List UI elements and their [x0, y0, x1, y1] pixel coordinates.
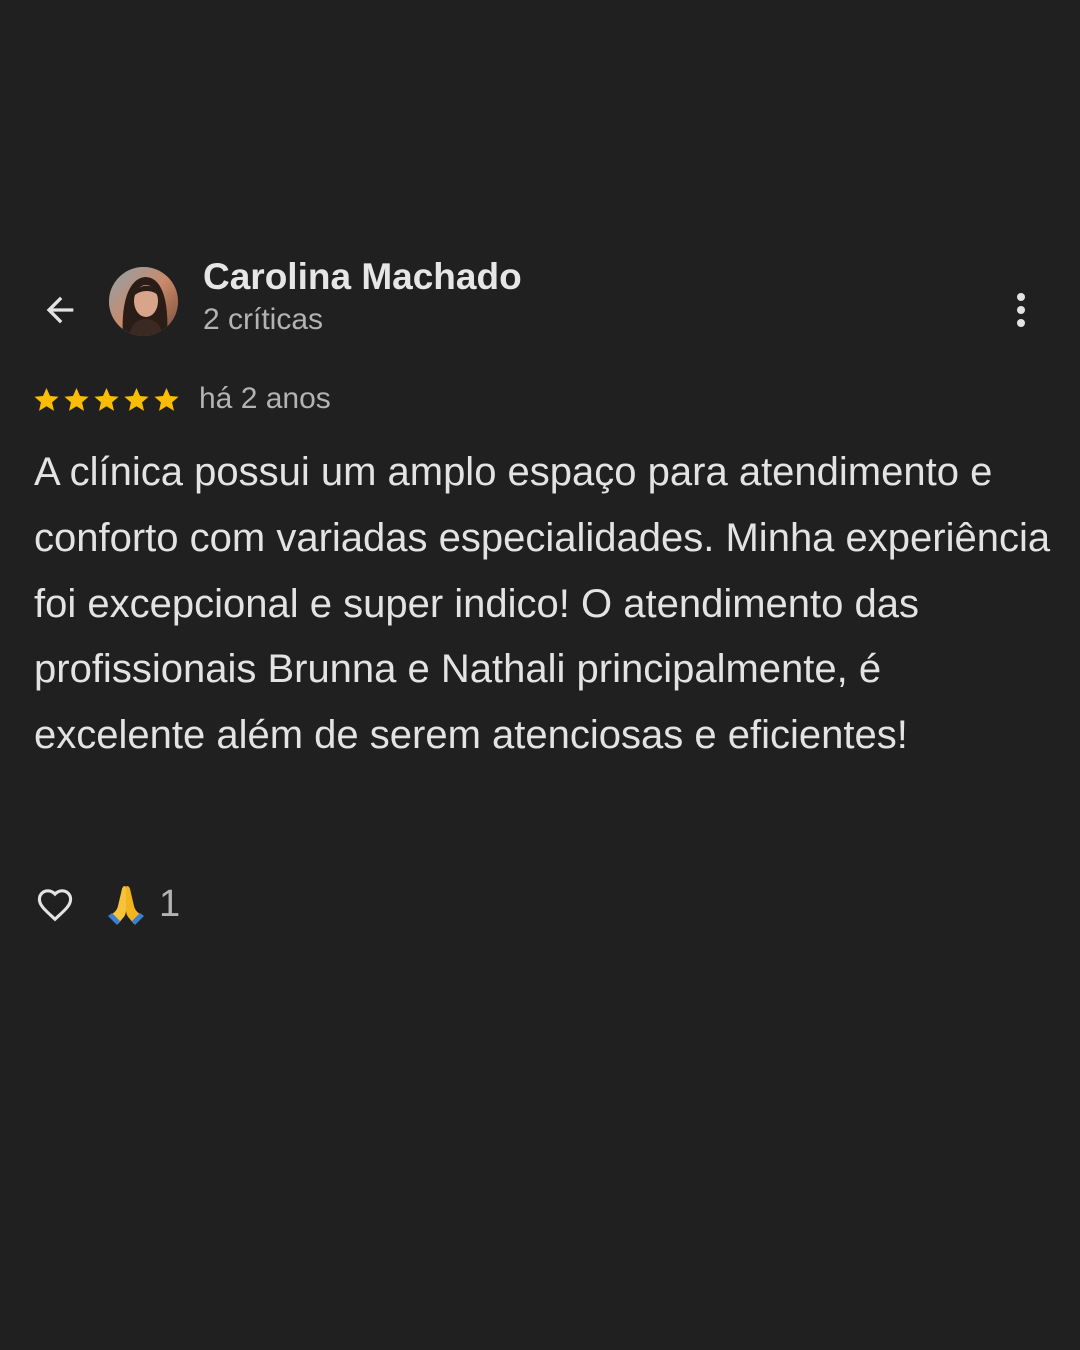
folded-hands-emoji: [108, 886, 144, 925]
star-icon: [34, 387, 59, 411]
review-date: há 2 anos: [199, 382, 331, 415]
back-button[interactable]: [36, 288, 84, 332]
heart-outline-icon: [37, 889, 73, 922]
star-icon: [124, 387, 149, 411]
star-icon: [94, 387, 119, 411]
like-button[interactable]: [32, 881, 78, 927]
arrow-left-icon: [46, 296, 74, 324]
star-icon: [64, 387, 89, 411]
review-actions: 1: [32, 876, 180, 932]
review-count: 2 críticas: [203, 303, 324, 336]
star-icon: [154, 387, 179, 411]
star-rating: [32, 385, 181, 414]
profile-photo: [109, 267, 178, 336]
reaction-button[interactable]: 1: [106, 882, 180, 926]
rating-row: há 2 anos: [32, 380, 331, 418]
review-detail-screen: Carolina Machado 2 críticas há 2 anos A …: [0, 0, 1080, 1350]
more-vertical-icon: [1017, 293, 1025, 301]
avatar[interactable]: [109, 267, 178, 336]
reaction-count: 1: [159, 882, 181, 925]
author-name[interactable]: Carolina Machado: [203, 256, 522, 298]
more-options-button[interactable]: [1000, 286, 1042, 334]
review-text: A clínica possui um amplo espaço para at…: [34, 450, 1051, 758]
